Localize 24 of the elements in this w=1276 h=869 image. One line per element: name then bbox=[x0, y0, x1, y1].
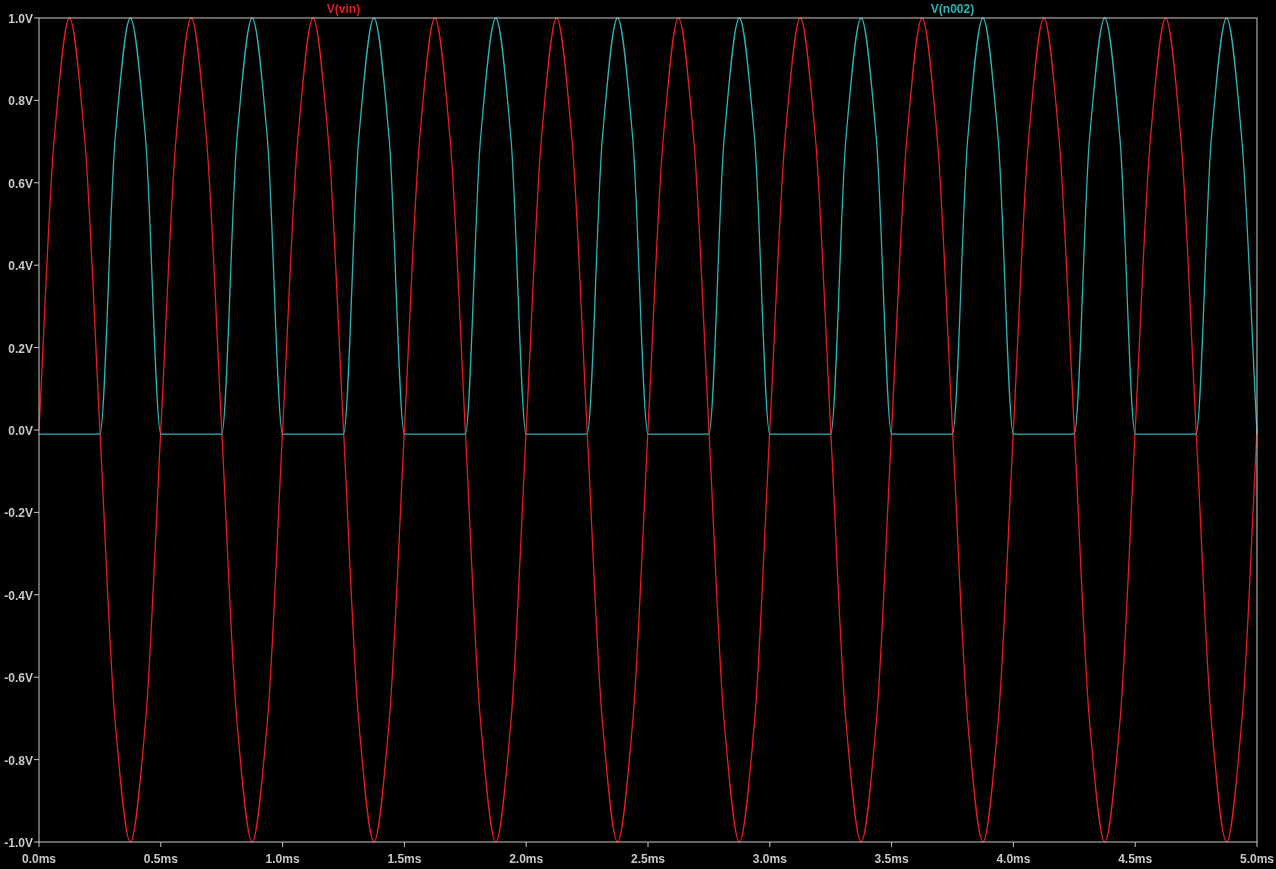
x-axis-tick-label: 0.5ms bbox=[143, 852, 178, 866]
x-axis-tick-label: 2.5ms bbox=[631, 852, 665, 866]
trace-label[interactable]: V(vin) bbox=[326, 2, 361, 16]
y-axis-tick-label: -0.4V bbox=[4, 588, 33, 603]
y-axis-tick-label: 0.2V bbox=[8, 341, 33, 356]
y-axis-tick-label: 1.0V bbox=[8, 12, 33, 26]
y-axis-tick-label: -0.2V bbox=[4, 506, 33, 521]
x-axis-tick-label: 1.0ms bbox=[265, 852, 300, 866]
x-axis-tick-label: 3.0ms bbox=[752, 852, 787, 866]
x-axis-tick-label: 3.5ms bbox=[874, 852, 909, 866]
trace-label[interactable]: V(n002) bbox=[930, 2, 975, 16]
y-axis-tick-label: 0.6V bbox=[8, 176, 33, 191]
x-axis-tick-label: 1.5ms bbox=[387, 852, 422, 866]
x-axis-tick-label: 5.0ms bbox=[1240, 852, 1274, 866]
y-axis-tick-label: -1.0V bbox=[4, 836, 33, 850]
y-axis-tick-label: -0.6V bbox=[4, 671, 33, 686]
y-axis-tick-label: -0.8V bbox=[4, 753, 33, 768]
y-axis-tick-label: 0.0V bbox=[8, 424, 33, 438]
x-axis-tick-label: 2.0ms bbox=[509, 852, 544, 866]
y-axis-tick-label: 0.8V bbox=[8, 94, 33, 109]
y-axis-tick-label: 0.4V bbox=[8, 259, 33, 274]
x-axis-tick-label: 0.0ms bbox=[22, 852, 56, 866]
x-axis-tick-label: 4.0ms bbox=[996, 852, 1031, 866]
x-axis-tick-label: 4.5ms bbox=[1118, 852, 1153, 866]
